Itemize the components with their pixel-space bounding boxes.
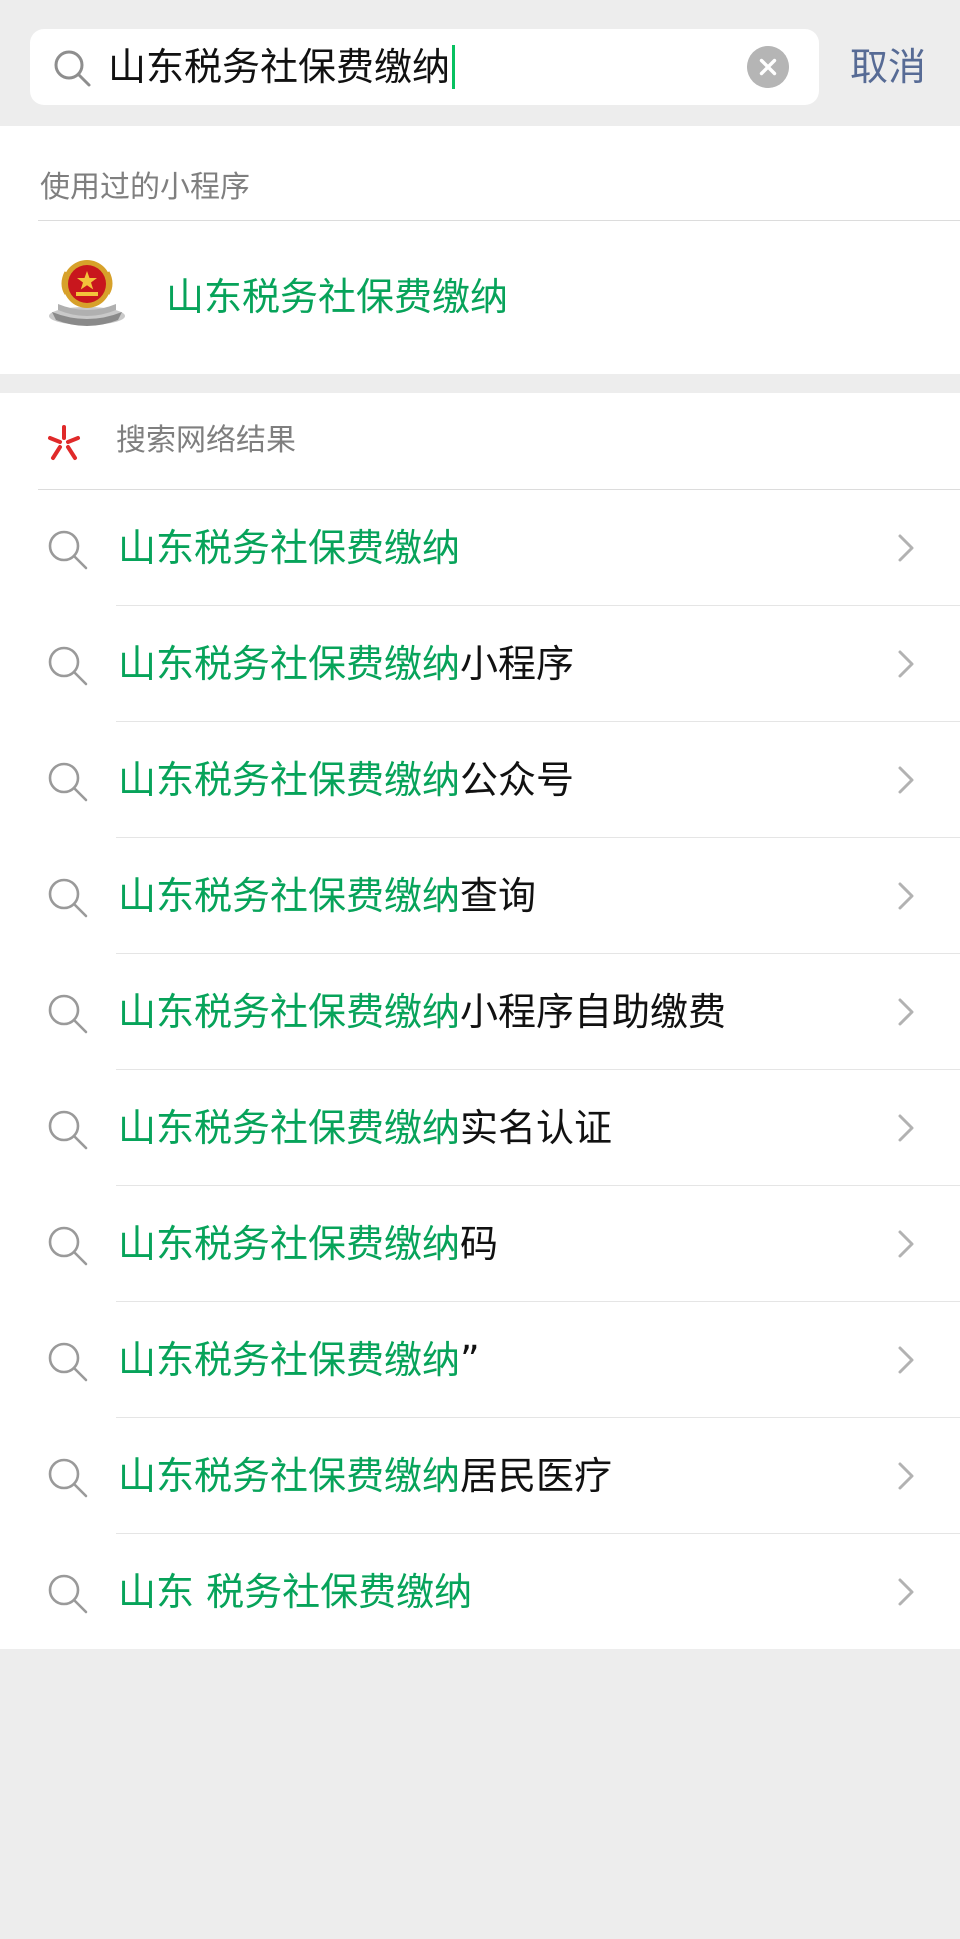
search-icon: [48, 762, 88, 802]
suggestion-text: 山东税务社保费缴纳居民医疗: [118, 1418, 612, 1534]
suggestion-item[interactable]: 山东税务社保费缴纳公众号: [0, 722, 960, 838]
chevron-right-icon: [898, 1578, 914, 1606]
suggestion-suffix: 实名认证: [460, 1106, 613, 1150]
suggestion-suffix: 小程序自助缴费: [460, 990, 727, 1034]
chevron-right-icon: [898, 766, 914, 794]
clear-icon[interactable]: [747, 46, 789, 88]
search-icon: [48, 1226, 88, 1266]
suggestion-suffix: 公众号: [460, 758, 575, 802]
used-miniprograms-section: 使用过的小程序 山东税务社保费缴纳: [0, 126, 960, 374]
search-query[interactable]: 山东税务社保费缴纳: [108, 29, 456, 105]
suggestion-item[interactable]: 山东税务社保费缴纳码: [0, 1186, 960, 1302]
suggestion-item[interactable]: 山东税务社保费缴纳: [0, 490, 960, 606]
search-icon: [54, 50, 91, 87]
web-results-header: 搜索网络结果: [0, 393, 960, 490]
suggestion-match: 山东税务社保费缴纳: [118, 1106, 461, 1150]
search-input[interactable]: 山东税务社保费缴纳: [30, 29, 819, 105]
suggestion-item[interactable]: 山东税务社保费缴纳小程序: [0, 606, 960, 722]
suggestion-item[interactable]: 山东税务社保费缴纳”: [0, 1302, 960, 1418]
search-sparkle-icon: [48, 425, 80, 460]
suggestion-item[interactable]: 山东税务社保费缴纳小程序自助缴费: [0, 954, 960, 1070]
section-title: 使用过的小程序: [40, 170, 250, 205]
suggestion-match: 山东 税务社保费缴纳: [118, 1570, 473, 1614]
miniprogram-name: 山东税务社保费缴纳: [166, 275, 509, 319]
suggestion-text: 山东税务社保费缴纳公众号: [118, 722, 574, 838]
suggestion-suffix: 码: [460, 1222, 499, 1266]
suggestion-match: 山东税务社保费缴纳: [118, 758, 461, 802]
search-icon: [48, 646, 88, 686]
search-icon: [48, 1110, 88, 1150]
search-icon: [48, 878, 88, 918]
web-results-section: 搜索网络结果 山东税务社保费缴纳 山东税务社保费缴纳小程序 山东税务社保费缴纳公…: [0, 393, 960, 1649]
suggestion-suffix: 小程序: [460, 642, 575, 686]
suggestion-match: 山东税务社保费缴纳: [118, 990, 461, 1034]
chevron-right-icon: [898, 882, 914, 910]
suggestion-match: 山东税务社保费缴纳: [118, 874, 461, 918]
suggestion-item[interactable]: 山东税务社保费缴纳居民医疗: [0, 1418, 960, 1534]
divider: [38, 220, 960, 221]
search-icon: [48, 994, 88, 1034]
chevron-right-icon: [898, 1114, 914, 1142]
search-icon: [48, 1574, 88, 1614]
suggestion-suffix: 居民医疗: [460, 1454, 613, 1498]
suggestion-text: 山东 税务社保费缴纳: [118, 1534, 472, 1650]
cancel-button[interactable]: 取消: [850, 29, 926, 105]
search-icon: [48, 1458, 88, 1498]
suggestion-suffix: ”: [460, 1338, 480, 1382]
search-icon: [48, 1342, 88, 1382]
miniprogram-item[interactable]: 山东税务社保费缴纳: [0, 222, 960, 374]
search-icon: [48, 530, 88, 570]
chevron-right-icon: [898, 1346, 914, 1374]
suggestion-item[interactable]: 山东税务社保费缴纳实名认证: [0, 1070, 960, 1186]
suggestion-match: 山东税务社保费缴纳: [118, 1454, 461, 1498]
section-title: 搜索网络结果: [116, 423, 296, 458]
suggestion-text: 山东税务社保费缴纳”: [118, 1302, 480, 1418]
chevron-right-icon: [898, 650, 914, 678]
suggestion-list: 山东税务社保费缴纳 山东税务社保费缴纳小程序 山东税务社保费缴纳公众号 山东税务…: [0, 490, 960, 1650]
chevron-right-icon: [898, 998, 914, 1026]
suggestion-text: 山东税务社保费缴纳码: [118, 1186, 498, 1302]
suggestion-text: 山东税务社保费缴纳: [118, 490, 460, 606]
suggestion-match: 山东税务社保费缴纳: [118, 642, 461, 686]
suggestion-text: 山东税务社保费缴纳实名认证: [118, 1070, 612, 1186]
suggestion-match: 山东税务社保费缴纳: [118, 1222, 461, 1266]
suggestion-text: 山东税务社保费缴纳查询: [118, 838, 536, 954]
suggestion-match: 山东税务社保费缴纳: [118, 526, 461, 570]
suggestion-text: 山东税务社保费缴纳小程序自助缴费: [118, 954, 726, 1070]
search-query-text: 山东税务社保费缴纳: [108, 45, 451, 89]
suggestion-item[interactable]: 山东税务社保费缴纳查询: [0, 838, 960, 954]
suggestion-item[interactable]: 山东 税务社保费缴纳: [0, 1534, 960, 1650]
chevron-right-icon: [898, 534, 914, 562]
suggestion-text: 山东税务社保费缴纳小程序: [118, 606, 574, 722]
tax-emblem-icon: [49, 260, 125, 326]
suggestion-match: 山东税务社保费缴纳: [118, 1338, 461, 1382]
search-bar: 山东税务社保费缴纳 取消: [0, 0, 960, 126]
suggestion-suffix: 查询: [460, 874, 537, 918]
chevron-right-icon: [898, 1462, 914, 1490]
text-caret: [452, 44, 456, 89]
chevron-right-icon: [898, 1230, 914, 1258]
